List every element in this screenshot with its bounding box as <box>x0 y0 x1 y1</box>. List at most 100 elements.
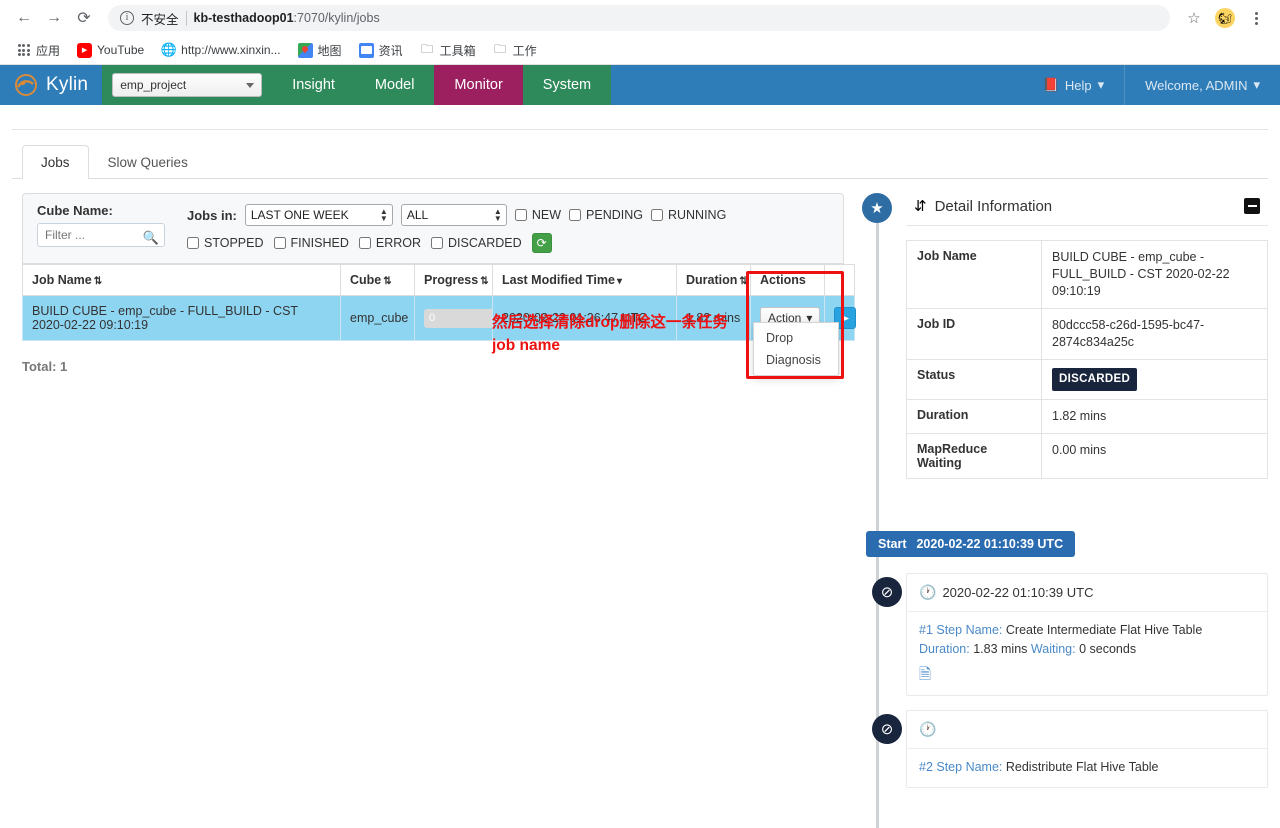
checkbox-discarded[interactable]: DISCARDED <box>431 236 522 250</box>
detail-table: Job Name BUILD CUBE - emp_cube - FULL_BU… <box>906 240 1268 479</box>
page-tabs: Jobs Slow Queries <box>12 144 1268 179</box>
site-info-icon[interactable]: i <box>120 11 134 25</box>
bookmark-news[interactable]: 资讯 <box>352 39 410 62</box>
tab-slow-queries[interactable]: Slow Queries <box>89 145 207 179</box>
news-icon <box>359 43 374 58</box>
sort-icon: ⇅ <box>383 276 391 287</box>
kylin-brand-label: Kylin <box>46 74 88 96</box>
checkbox-error-input[interactable] <box>359 237 371 249</box>
help-menu[interactable]: 📕 Help ▾ <box>1023 65 1124 105</box>
column-header-duration[interactable]: Duration⇅ <box>677 265 751 296</box>
bookmark-xinxin[interactable]: 🌐 http://www.xinxin... <box>154 40 287 61</box>
sort-icon: ⇅ <box>480 276 488 287</box>
column-header-cube[interactable]: Cube⇅ <box>341 265 415 296</box>
step-card[interactable]: 🕐 2020-02-22 01:10:39 UTC #1 Step Name: … <box>906 573 1268 696</box>
menu-item-drop[interactable]: Drop <box>754 327 838 349</box>
chevron-down-icon <box>246 83 254 88</box>
bookmark-youtube[interactable]: ▶ YouTube <box>70 40 151 61</box>
column-header-job-name[interactable]: Job Name⇅ <box>23 265 341 296</box>
tab-jobs[interactable]: Jobs <box>22 145 89 179</box>
bookmarks-bar: 应用 ▶ YouTube 🌐 http://www.xinxin... 地图 资… <box>0 36 1280 64</box>
detail-star-node-icon: ★ <box>862 193 892 223</box>
time-range-select[interactable]: LAST ONE WEEK ▲▼ <box>245 204 393 226</box>
checkbox-new[interactable]: NEW <box>515 208 561 222</box>
filter-panel: Cube Name: 🔍 Jobs in: LAST ONE WEEK ▲▼ <box>22 193 844 264</box>
annotation-text: 然后选择清除drop删除这一条任务job name <box>492 311 742 357</box>
nav-item-system[interactable]: System <box>523 65 611 105</box>
column-header-last-modified[interactable]: Last Modified Time▾ <box>493 265 677 296</box>
checkbox-finished[interactable]: FINISHED <box>274 236 349 250</box>
user-menu[interactable]: Welcome, ADMIN ▾ <box>1124 65 1280 105</box>
bookmark-label: 地图 <box>318 42 342 59</box>
address-bar[interactable]: i 不安全 kb-testhadoop01:7070/kylin/jobs <box>108 5 1170 31</box>
nav-item-monitor[interactable]: Monitor <box>434 65 522 105</box>
checkbox-new-input[interactable] <box>515 209 527 221</box>
checkbox-discarded-input[interactable] <box>431 237 443 249</box>
checkbox-running[interactable]: RUNNING <box>651 208 726 222</box>
detail-row-mapreduce-waiting: MapReduce Waiting 0.00 mins <box>907 434 1268 479</box>
nav-label: Monitor <box>454 77 502 93</box>
browser-nav-bar: ← → ⟳ i 不安全 kb-testhadoop01:7070/kylin/j… <box>0 0 1280 36</box>
kylin-nav-right: 📕 Help ▾ Welcome, ADMIN ▾ <box>1023 65 1280 105</box>
project-select[interactable]: emp_project <box>112 73 262 97</box>
step-name-value: Create Intermediate Flat Hive Table <box>1006 623 1202 637</box>
checkbox-pending[interactable]: PENDING <box>569 208 643 222</box>
welcome-label: Welcome, ADMIN <box>1145 78 1247 93</box>
jobs-in-row: Jobs in: LAST ONE WEEK ▲▼ ALL ▲▼ NEW PEN… <box>187 204 726 226</box>
kylin-brand[interactable]: Kylin <box>0 65 102 105</box>
menu-item-diagnosis[interactable]: Diagnosis <box>754 349 838 371</box>
kebab-menu-icon[interactable] <box>1242 4 1270 32</box>
bookmark-label: http://www.xinxin... <box>181 43 280 57</box>
checkbox-stopped-input[interactable] <box>187 237 199 249</box>
bookmark-maps[interactable]: 地图 <box>291 39 349 62</box>
status-select[interactable]: ALL ▲▼ <box>401 204 507 226</box>
bookmark-toolbox[interactable]: 🗀 工具箱 <box>413 39 483 62</box>
document-icon[interactable]: 🗎 <box>919 665 931 684</box>
cube-name-filter: Cube Name: 🔍 <box>37 203 165 247</box>
start-label: Start <box>878 537 906 551</box>
status-checkbox-row: STOPPED FINISHED ERROR DISCARDED ⟳ <box>187 233 726 253</box>
step-name-row: #2 Step Name: Redistribute Flat Hive Tab… <box>919 758 1255 777</box>
maps-icon <box>298 43 313 58</box>
back-arrow-icon[interactable]: ← <box>10 4 38 32</box>
nav-item-insight[interactable]: Insight <box>272 65 355 105</box>
checkbox-finished-input[interactable] <box>274 237 286 249</box>
browser-chrome: ← → ⟳ i 不安全 kb-testhadoop01:7070/kylin/j… <box>0 0 1280 65</box>
nav-label: Model <box>375 77 415 93</box>
detail-column: ★ ⇵ Detail Information Job Name BUILD CU… <box>844 193 1268 788</box>
minus-icon[interactable] <box>1244 198 1260 214</box>
nav-item-model[interactable]: Model <box>355 65 435 105</box>
reload-icon[interactable]: ⟳ <box>70 4 98 32</box>
cube-name-label: Cube Name: <box>37 203 165 218</box>
bookmark-work[interactable]: 🗀 工作 <box>486 39 544 62</box>
refresh-icon[interactable]: ⟳ <box>532 233 552 253</box>
step-status-blocked-icon: ⊘ <box>872 714 902 744</box>
step-card[interactable]: 🕐 #2 Step Name: Redistribute Flat Hive T… <box>906 710 1268 788</box>
checkbox-stopped[interactable]: STOPPED <box>187 236 264 250</box>
sort-icon: ⇅ <box>94 276 102 287</box>
main-content: Cube Name: 🔍 Jobs in: LAST ONE WEEK ▲▼ <box>12 193 1268 788</box>
bookmark-star-icon[interactable]: ☆ <box>1180 4 1208 32</box>
checkbox-label: PENDING <box>586 208 643 222</box>
step-status-blocked-icon: ⊘ <box>872 577 902 607</box>
step-time-row: 🕐 <box>907 711 1267 749</box>
project-select-value: emp_project <box>120 78 186 92</box>
forward-arrow-icon[interactable]: → <box>40 4 68 32</box>
book-icon: 📕 <box>1043 77 1059 93</box>
step-body: #1 Step Name: Create Intermediate Flat H… <box>907 612 1267 695</box>
column-header-progress[interactable]: Progress⇅ <box>415 265 493 296</box>
checkbox-running-input[interactable] <box>651 209 663 221</box>
security-label: 不安全 <box>141 9 179 28</box>
detail-value: BUILD CUBE - emp_cube - FULL_BUILD - CST… <box>1042 241 1268 309</box>
detail-panel-header: ⇵ Detail Information <box>906 193 1268 226</box>
sort-icon: ⇵ <box>914 197 927 215</box>
cell-actions: Action ▾ Drop Diagnosis <box>751 296 825 341</box>
checkbox-pending-input[interactable] <box>569 209 581 221</box>
help-label: Help <box>1065 78 1092 93</box>
search-icon[interactable]: 🔍 <box>143 230 159 246</box>
bookmark-apps[interactable]: 应用 <box>9 39 67 62</box>
time-range-value: LAST ONE WEEK <box>251 208 349 222</box>
sort-icon: ⇅ <box>739 276 747 287</box>
profile-avatar-icon[interactable]: 🐿 <box>1215 8 1235 28</box>
checkbox-error[interactable]: ERROR <box>359 236 421 250</box>
